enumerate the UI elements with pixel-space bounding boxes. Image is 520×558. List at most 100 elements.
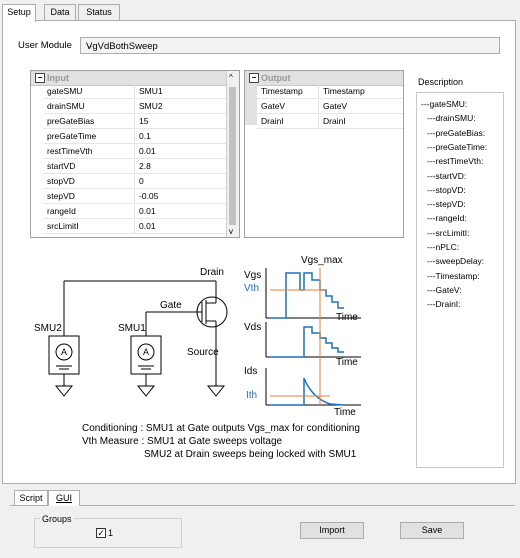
collapse-icon[interactable]: − [249,73,259,83]
description-item: ---rangeId: [427,213,467,224]
input-param-name: stepVD [43,190,135,203]
description-item: ---gateSMU: [421,99,468,109]
output-row[interactable]: Timestamp Timestamp [257,85,403,99]
scroll-thumb[interactable] [229,87,236,225]
input-row[interactable]: srcLimitI 0.01 [43,220,229,234]
description-item: ---DrainI: [427,299,461,310]
input-param-value[interactable]: 0.01 [135,145,229,158]
input-row[interactable]: restTimeVth 0.01 [43,145,229,159]
input-param-name: preGateBias [43,115,135,128]
input-grid-title: Input [47,73,69,83]
input-param-value[interactable]: SMU2 [135,100,229,113]
input-row[interactable]: stopVD 0 [43,175,229,189]
input-param-value[interactable]: 0.01 [135,220,229,233]
measurement-diagram: A A Drain Gate Source SMU2 SMU1 Vgs_max … [34,255,361,460]
description-item: ---preGateTime: [427,141,488,152]
output-grid-title: Output [261,73,291,83]
output-param-name: Timestamp [257,85,319,98]
tab-script[interactable]: Script [14,490,48,506]
output-row[interactable]: GateV GateV [257,100,403,114]
vgs-plot: Time [265,268,361,323]
input-row[interactable]: preGateBias 15 [43,115,229,129]
desc-line-1: Conditioning : SMU1 at Gate outputs Vgs_… [82,423,360,434]
description-item: ---preGateBias: [427,127,486,138]
input-param-value[interactable]: 2.8 [135,160,229,173]
output-param-name: GateV [257,100,319,113]
description-item: ---sweepDelay: [427,256,485,267]
divider [10,505,515,506]
vth-label: Vth [244,283,259,294]
output-param-value[interactable]: GateV [319,100,403,113]
output-param-value[interactable]: DrainI [319,115,403,128]
scroll-up-icon[interactable]: ^ [229,73,233,82]
tab-data[interactable]: Data [44,4,76,21]
collapse-icon[interactable]: − [35,73,45,83]
description-item: ---restTimeVth: [427,156,484,167]
vgs-max-label: Vgs_max [301,255,343,266]
ids-label: Ids [244,366,257,377]
save-button[interactable]: Save [400,522,464,539]
time-label: Time [334,407,356,418]
vgs-label: Vgs [244,270,261,281]
description-box: ---gateSMU: ---drainSMU: ---preGateBias: --… [416,92,504,468]
ith-label: Ith [246,390,257,401]
input-row[interactable]: rangeId 0.01 [43,205,229,219]
input-param-name: stopVD [43,175,135,188]
input-param-value[interactable]: -0.05 [135,190,229,203]
input-grid: − Input gateSMU SMU1 drainSMU SMU2 preGateBi… [30,70,240,238]
vds-label: Vds [244,322,261,333]
input-row[interactable]: drainSMU SMU2 [43,100,229,114]
tab-gui[interactable]: GUI [48,490,80,506]
description-item: ---stopVD: [427,184,466,195]
input-param-name: gateSMU [43,85,135,98]
input-row[interactable]: gateSMU SMU1 [43,85,229,99]
input-grid-header: − Input [31,71,239,86]
smu1-label: SMU1 [118,323,146,334]
description-item: ---Timestamp: [427,270,480,281]
desc-line-2: Vth Measure : SMU1 at Gate sweeps voltag… [82,436,283,447]
input-param-name: restTimeVth [43,145,135,158]
input-param-name: srcLimitI [43,220,135,233]
input-row[interactable]: startVD 2.8 [43,160,229,174]
input-grid-scrollbar[interactable]: ^ v [226,71,239,237]
source-label: Source [187,347,219,358]
smu2-label: SMU2 [34,323,62,334]
input-row[interactable]: stepVD -0.05 [43,190,229,204]
description-item: ---srcLimitI: [427,227,470,238]
gate-label: Gate [160,300,182,311]
input-param-name: drainSMU [43,100,135,113]
vds-plot: Time [265,322,361,368]
input-param-value[interactable]: 15 [135,115,229,128]
description-item: ---drainSMU: [427,113,476,124]
input-param-value[interactable]: 0.01 [135,205,229,218]
input-row[interactable]: preGateTime 0.1 [43,130,229,144]
output-row-gutter [245,85,257,125]
user-module-select[interactable]: VgVdBothSweep ⌄ [80,37,500,54]
output-row[interactable]: DrainI DrainI [257,115,403,129]
group-checkbox-label: 1 [108,528,114,538]
input-param-value[interactable]: SMU1 [135,85,229,98]
time-label: Time [336,357,358,368]
output-grid-header: − Output [245,71,403,86]
import-button[interactable]: Import [300,522,364,539]
output-param-name: DrainI [257,115,319,128]
description-item: ---startVD: [427,170,467,181]
tab-setup[interactable]: Setup [2,4,36,22]
description-item: ---stepVD: [427,199,466,210]
desc-line-3: SMU2 at Drain sweeps being locked with S… [144,449,357,460]
ids-plot: Time [265,368,361,418]
group-checkbox[interactable]: ✓ [96,528,106,538]
time-label: Time [336,312,358,323]
ammeter-symbol: A [143,347,149,357]
description-title: Description [418,77,464,87]
drain-label: Drain [200,267,224,278]
description-item: ---nPLC: [427,242,460,252]
tab-status[interactable]: Status [78,4,120,21]
input-param-value[interactable]: 0 [135,175,229,188]
chevron-down-icon: ⌄ [86,40,94,50]
scroll-down-icon[interactable]: v [229,227,233,236]
smu2-box: A [48,335,80,375]
description-item: ---GateV: [427,284,462,295]
input-param-value[interactable]: 0.1 [135,130,229,143]
output-param-value[interactable]: Timestamp [319,85,403,98]
